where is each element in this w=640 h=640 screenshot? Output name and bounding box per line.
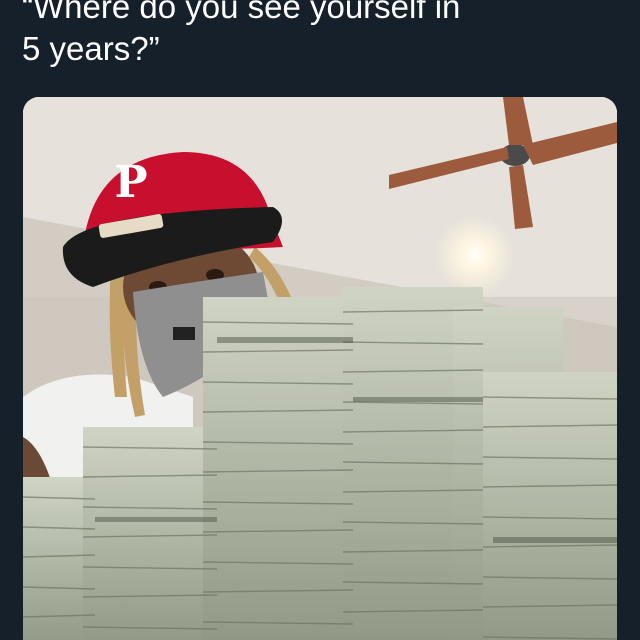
tweet-screenshot: “Where do you see yourself in 5 years?” bbox=[0, 0, 640, 640]
tweet-text: “Where do you see yourself in 5 years?” bbox=[22, 0, 461, 67]
mask-logo-icon bbox=[173, 327, 195, 340]
ceiling-light-icon bbox=[435, 215, 515, 295]
tweet-photo[interactable]: P bbox=[23, 97, 617, 640]
photo-illustration: P bbox=[23, 97, 617, 640]
svg-text:P: P bbox=[114, 157, 147, 208]
